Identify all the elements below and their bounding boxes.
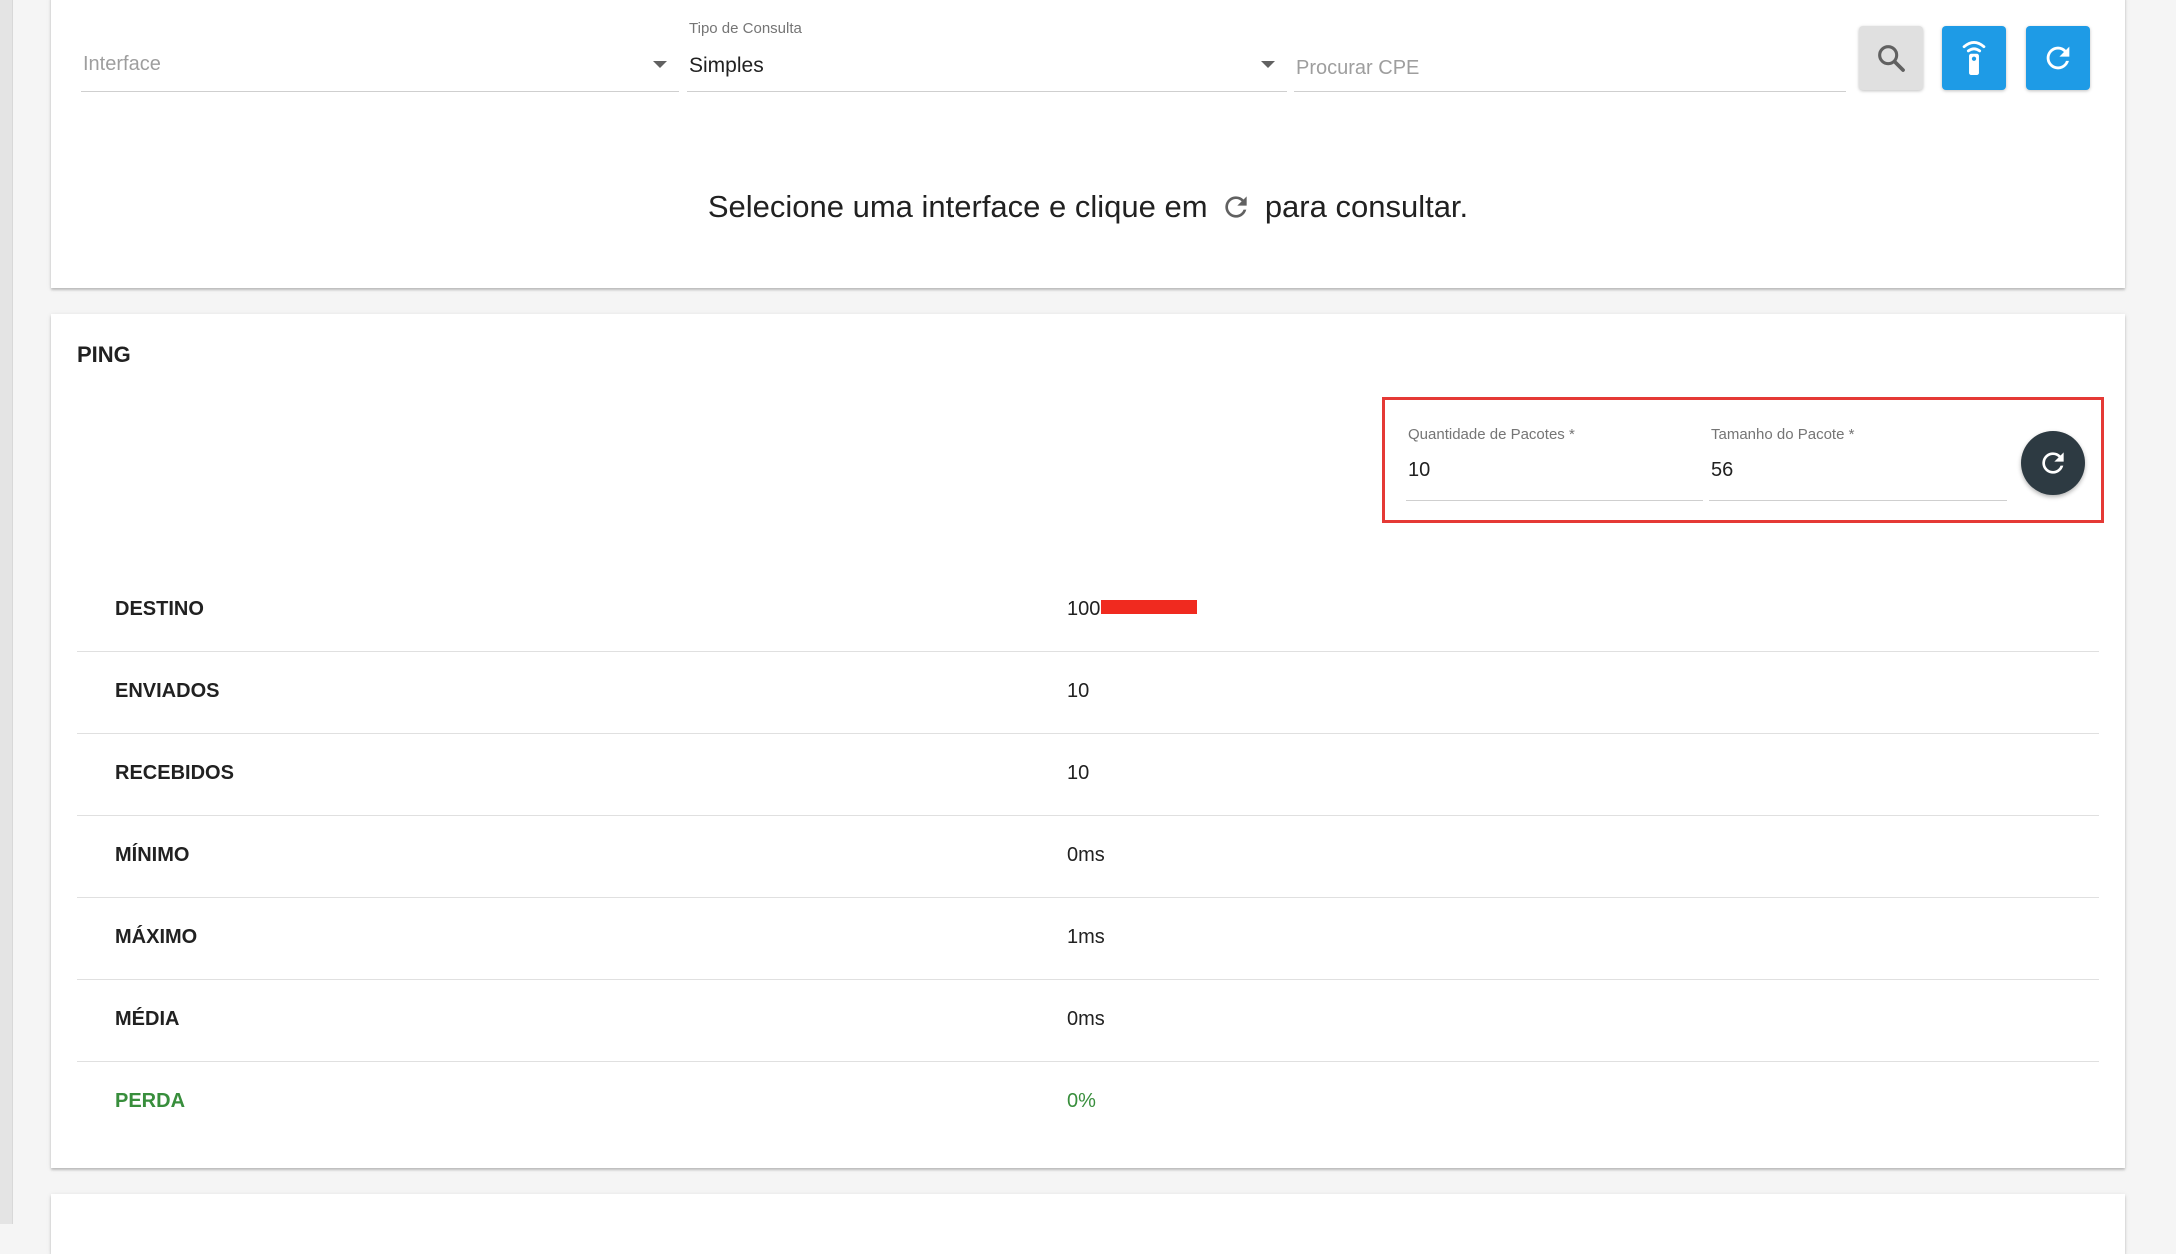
- row-value: 0%: [1067, 1090, 1096, 1112]
- row-value: 100: [1067, 598, 1198, 621]
- tamanho-pacote-input[interactable]: Tamanho do Pacote * 56: [1709, 426, 2007, 514]
- row-label: MÁXIMO: [115, 926, 198, 948]
- hint-text-after: para consultar.: [1264, 189, 1469, 224]
- redaction-bar: [1101, 600, 1198, 614]
- row-value: 0ms: [1067, 844, 1105, 866]
- table-row: RECEBIDOS 10: [77, 734, 2099, 816]
- ping-card: PING Quantidade de Pacotes * 10 Tamanho …: [51, 314, 2125, 1168]
- quantidade-pacotes-value: 10: [1408, 459, 1431, 481]
- ping-refresh-button[interactable]: [2021, 431, 2085, 495]
- interface-placeholder: Interface: [83, 53, 161, 75]
- row-label: PERDA: [115, 1090, 186, 1112]
- table-row: MÉDIA 0ms: [77, 980, 2099, 1062]
- refresh-icon: [2046, 46, 2070, 70]
- quantidade-pacotes-input[interactable]: Quantidade de Pacotes * 10: [1406, 426, 1703, 514]
- tipo-consulta-select[interactable]: Tipo de Consulta Simples: [687, 0, 1287, 94]
- chevron-down-icon: [1261, 61, 1275, 68]
- procurar-cpe-input[interactable]: Procurar CPE: [1294, 0, 1846, 94]
- quantidade-pacotes-label: Quantidade de Pacotes *: [1408, 426, 1575, 443]
- table-row: MÍNIMO 0ms: [77, 816, 2099, 898]
- row-value: 10: [1067, 762, 1090, 784]
- tamanho-pacote-label: Tamanho do Pacote *: [1711, 426, 1855, 443]
- procurar-cpe-placeholder: Procurar CPE: [1296, 57, 1420, 79]
- row-value: 10: [1067, 680, 1090, 702]
- row-label: MÉDIA: [115, 1008, 180, 1030]
- row-label: ENVIADOS: [115, 680, 220, 702]
- refresh-icon: [2042, 452, 2064, 474]
- row-label: MÍNIMO: [115, 844, 190, 866]
- row-value: 1ms: [1067, 926, 1105, 948]
- tipo-consulta-label: Tipo de Consulta: [689, 20, 802, 37]
- hint-text-before: Selecione uma interface e clique em: [707, 189, 1208, 224]
- refresh-icon: [1220, 191, 1252, 231]
- table-row: ENVIADOS 10: [77, 652, 2099, 734]
- query-card: Interface Tipo de Consulta Simples Procu…: [51, 0, 2125, 288]
- next-card: [51, 1194, 2125, 1254]
- chevron-down-icon: [653, 61, 667, 68]
- interface-select[interactable]: Interface: [81, 0, 679, 94]
- remote-button[interactable]: [1942, 26, 2006, 90]
- left-edge: [0, 0, 13, 1224]
- remote-control-icon: [1962, 41, 1986, 75]
- tamanho-pacote-value: 56: [1711, 459, 1734, 481]
- empty-state-hint: Selecione uma interface e clique em para…: [51, 189, 2125, 231]
- row-label: RECEBIDOS: [115, 762, 234, 784]
- table-row: DESTINO 100: [77, 570, 2099, 652]
- refresh-button[interactable]: [2026, 26, 2090, 90]
- table-row: MÁXIMO 1ms: [77, 898, 2099, 980]
- row-value: 0ms: [1067, 1008, 1105, 1030]
- ping-title: PING: [77, 342, 131, 367]
- search-icon: [1878, 45, 1905, 72]
- row-label: DESTINO: [115, 598, 204, 620]
- tipo-consulta-value: Simples: [689, 54, 764, 77]
- search-button[interactable]: [1859, 26, 1923, 90]
- table-row: PERDA 0%: [77, 1062, 2099, 1144]
